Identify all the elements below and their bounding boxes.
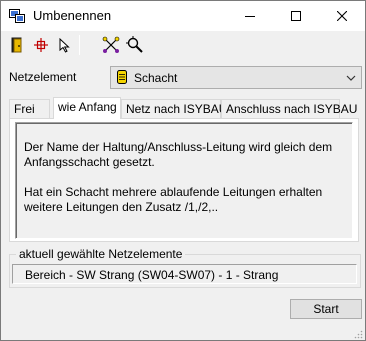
minimize-button[interactable] <box>227 1 273 31</box>
netzelement-label: Netzelement <box>9 70 77 84</box>
rename-dialog: Umbenennen Netzelement Schacht Frei wie … <box>0 0 366 341</box>
tab-panel: Der Name der Haltung/Anschluss-Leitung w… <box>9 118 359 242</box>
chevron-down-icon <box>346 72 356 86</box>
description-line-2: Hat ein Schacht mehrere ablaufende Leitu… <box>24 185 323 214</box>
manhole-icon <box>117 70 127 87</box>
selection-field: Bereich - SW Strang (SW04-SW07) - 1 - St… <box>12 264 357 284</box>
maximize-button[interactable] <box>273 1 319 31</box>
netzelement-dropdown[interactable]: Schacht <box>110 66 362 89</box>
description-box: Der Name der Haltung/Anschluss-Leitung w… <box>15 122 353 239</box>
tab-strip: Frei wie Anfang Netz nach ISYBAU Anschlu… <box>9 97 361 119</box>
title-bar[interactable]: Umbenennen <box>1 1 365 31</box>
tab-label: Netz nach ISYBAU <box>126 102 228 116</box>
toolbar-separator <box>79 35 80 55</box>
tab-frei[interactable]: Frei <box>9 99 50 118</box>
close-button[interactable] <box>319 1 365 31</box>
maximize-icon <box>291 11 301 21</box>
toolbar <box>1 31 365 59</box>
network-app-icon <box>9 9 25 23</box>
selection-legend: aktuell gewählte Netzelemente <box>16 247 186 261</box>
door-exit-icon[interactable] <box>9 36 27 54</box>
window-title: Umbenennen <box>33 8 112 23</box>
netzelement-value: Schacht <box>134 71 178 85</box>
minimize-icon <box>245 16 255 17</box>
crosshair-icon[interactable] <box>32 36 50 54</box>
tab-label: Anschluss nach ISYBAU <box>226 102 358 116</box>
tab-wie-anfang[interactable]: wie Anfang <box>53 97 121 119</box>
start-label: Start <box>313 302 339 316</box>
pointer-icon[interactable] <box>56 36 74 54</box>
selection-group: aktuell gewählte Netzelemente Bereich - … <box>9 247 361 288</box>
zoom-search-icon[interactable] <box>126 36 144 54</box>
network-nodes-icon[interactable] <box>102 36 120 54</box>
tab-label: wie Anfang <box>58 100 117 114</box>
tab-anschluss-isybau[interactable]: Anschluss nach ISYBAU <box>221 99 357 118</box>
selection-value: Bereich - SW Strang (SW04-SW07) - 1 - St… <box>25 268 279 282</box>
description-line-1: Der Name der Haltung/Anschluss-Leitung w… <box>24 140 333 169</box>
close-icon <box>337 11 347 21</box>
tab-netz-isybau[interactable]: Netz nach ISYBAU <box>121 99 227 118</box>
start-button[interactable]: Start <box>290 299 362 319</box>
resize-grip-icon[interactable] <box>353 328 363 339</box>
tab-label: Frei <box>14 102 35 116</box>
description-text: Der Name der Haltung/Anschluss-Leitung w… <box>24 140 350 230</box>
